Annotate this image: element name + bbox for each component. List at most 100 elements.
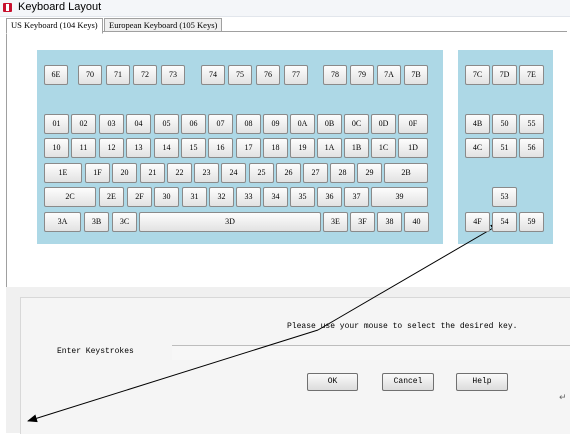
ok-button[interactable]: OK — [307, 373, 358, 391]
enter-keystrokes-label: Enter Keystrokes — [57, 347, 134, 356]
key-3e[interactable]: 3E — [323, 212, 348, 232]
key-33[interactable]: 33 — [236, 187, 261, 207]
key-18[interactable]: 18 — [263, 138, 288, 158]
key-3a[interactable]: 3A — [44, 212, 81, 232]
key-10[interactable]: 10 — [44, 138, 69, 158]
cancel-button[interactable]: Cancel — [382, 373, 434, 391]
key-20[interactable]: 20 — [112, 163, 137, 183]
key-50[interactable]: 50 — [492, 114, 517, 134]
key-7d[interactable]: 7D — [492, 65, 517, 85]
key-2c[interactable]: 2C — [44, 187, 96, 207]
key-7b[interactable]: 7B — [404, 65, 428, 85]
keystrokes-input[interactable] — [172, 345, 570, 360]
key-55[interactable]: 55 — [519, 114, 544, 134]
key-38[interactable]: 38 — [377, 212, 402, 232]
key-7a[interactable]: 7A — [377, 65, 401, 85]
key-71[interactable]: 71 — [106, 65, 130, 85]
key-79[interactable]: 79 — [350, 65, 374, 85]
key-1d[interactable]: 1D — [398, 138, 428, 158]
key-53[interactable]: 53 — [492, 187, 517, 207]
key-3f[interactable]: 3F — [350, 212, 375, 232]
key-0b[interactable]: 0B — [317, 114, 342, 134]
key-23[interactable]: 23 — [194, 163, 219, 183]
key-01[interactable]: 01 — [44, 114, 69, 134]
key-19[interactable]: 19 — [290, 138, 315, 158]
key-7e[interactable]: 7E — [519, 65, 544, 85]
bottom-area: Please use your mouse to select the desi… — [6, 287, 570, 434]
key-0d[interactable]: 0D — [371, 114, 396, 134]
key-0c[interactable]: 0C — [344, 114, 369, 134]
key-2b[interactable]: 2B — [384, 163, 428, 183]
window-title: Keyboard Layout — [18, 1, 102, 13]
key-32[interactable]: 32 — [209, 187, 234, 207]
key-4c[interactable]: 4C — [465, 138, 490, 158]
key-6e[interactable]: 6E — [44, 65, 68, 85]
key-72[interactable]: 72 — [133, 65, 157, 85]
key-70[interactable]: 70 — [78, 65, 102, 85]
key-09[interactable]: 09 — [263, 114, 288, 134]
key-1c[interactable]: 1C — [371, 138, 396, 158]
app-icon — [3, 3, 12, 12]
key-15[interactable]: 15 — [181, 138, 206, 158]
key-25[interactable]: 25 — [249, 163, 274, 183]
key-31[interactable]: 31 — [182, 187, 207, 207]
key-3d[interactable]: 3D — [139, 212, 321, 232]
instruction-text: Please use your mouse to select the desi… — [287, 322, 518, 331]
key-74[interactable]: 74 — [201, 65, 225, 85]
key-11[interactable]: 11 — [71, 138, 96, 158]
key-1f[interactable]: 1F — [85, 163, 110, 183]
key-28[interactable]: 28 — [330, 163, 355, 183]
key-1a[interactable]: 1A — [317, 138, 342, 158]
key-51[interactable]: 51 — [492, 138, 517, 158]
key-2e[interactable]: 2E — [99, 187, 124, 207]
key-34[interactable]: 34 — [263, 187, 288, 207]
key-24[interactable]: 24 — [221, 163, 246, 183]
key-39[interactable]: 39 — [371, 187, 428, 207]
key-06[interactable]: 06 — [181, 114, 206, 134]
key-75[interactable]: 75 — [228, 65, 252, 85]
key-1b[interactable]: 1B — [344, 138, 369, 158]
key-1e[interactable]: 1E — [44, 163, 82, 183]
key-12[interactable]: 12 — [99, 138, 124, 158]
key-3b[interactable]: 3B — [84, 212, 109, 232]
key-76[interactable]: 76 — [256, 65, 280, 85]
key-73[interactable]: 73 — [161, 65, 185, 85]
key-27[interactable]: 27 — [303, 163, 328, 183]
key-56[interactable]: 56 — [519, 138, 544, 158]
key-30[interactable]: 30 — [154, 187, 179, 207]
key-16[interactable]: 16 — [208, 138, 233, 158]
key-22[interactable]: 22 — [167, 163, 192, 183]
key-0f[interactable]: 0F — [398, 114, 428, 134]
help-button[interactable]: Help — [456, 373, 508, 391]
corner-mark-icon: ↵ — [559, 393, 567, 403]
key-29[interactable]: 29 — [357, 163, 382, 183]
key-0a[interactable]: 0A — [290, 114, 315, 134]
key-05[interactable]: 05 — [154, 114, 179, 134]
key-07[interactable]: 07 — [208, 114, 233, 134]
key-77[interactable]: 77 — [284, 65, 308, 85]
key-35[interactable]: 35 — [290, 187, 315, 207]
key-02[interactable]: 02 — [71, 114, 96, 134]
key-37[interactable]: 37 — [344, 187, 369, 207]
key-59[interactable]: 59 — [519, 212, 544, 232]
title-bar: Keyboard Layout — [0, 0, 570, 17]
key-40[interactable]: 40 — [404, 212, 429, 232]
key-3c[interactable]: 3C — [112, 212, 137, 232]
key-03[interactable]: 03 — [99, 114, 124, 134]
key-2f[interactable]: 2F — [127, 187, 152, 207]
key-26[interactable]: 26 — [276, 163, 301, 183]
key-21[interactable]: 21 — [140, 163, 165, 183]
keyboard-layout-window: Keyboard Layout US Keyboard (104 Keys) E… — [0, 0, 570, 434]
key-14[interactable]: 14 — [154, 138, 179, 158]
key-04[interactable]: 04 — [126, 114, 151, 134]
key-7c[interactable]: 7C — [465, 65, 490, 85]
key-54[interactable]: 54 — [492, 212, 517, 232]
key-13[interactable]: 13 — [126, 138, 151, 158]
key-08[interactable]: 08 — [236, 114, 261, 134]
key-36[interactable]: 36 — [317, 187, 342, 207]
key-17[interactable]: 17 — [236, 138, 261, 158]
key-4f[interactable]: 4F — [465, 212, 490, 232]
key-4b[interactable]: 4B — [465, 114, 490, 134]
tab-us-keyboard[interactable]: US Keyboard (104 Keys) — [6, 18, 103, 34]
key-78[interactable]: 78 — [323, 65, 347, 85]
